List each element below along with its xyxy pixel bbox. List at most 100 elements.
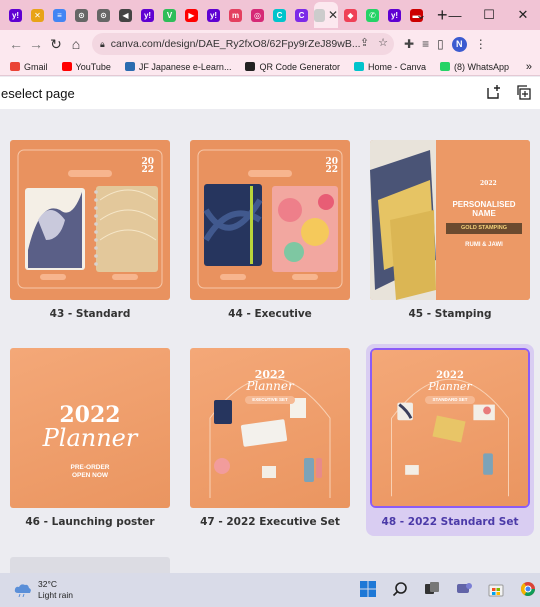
bookmark-item[interactable]: YouTube xyxy=(61,61,111,72)
cloud-rain-icon xyxy=(14,584,31,597)
page-thumbnail[interactable]: 2022 PERSONALISED NAME GOLD STAMPING RUM… xyxy=(370,140,530,300)
browser-tab[interactable]: m xyxy=(226,2,245,28)
add-page-icon[interactable] xyxy=(484,83,502,101)
page-label: 43 - Standard xyxy=(49,308,131,320)
bookmark-favicon-icon xyxy=(61,62,72,71)
browser-tab[interactable]: ⊙ xyxy=(72,2,91,28)
bookmark-favicon-icon xyxy=(10,62,20,71)
tab-list: y! ✕ ≡ ⊙ ⊙ ◀ y! V ▶ y! m ◎ C C ✕ ◆ ✆ y! ▬ + xyxy=(0,2,448,28)
instagram-icon: ◎ xyxy=(251,8,264,22)
pocket-icon: ◆ xyxy=(344,8,357,22)
year-text: 20 22 xyxy=(141,157,154,175)
page-card-45[interactable]: 2022 PERSONALISED NAME GOLD STAMPING RUM… xyxy=(370,140,530,320)
canva-icon: C xyxy=(295,8,308,22)
browser-tab[interactable]: ≡ xyxy=(50,2,69,28)
sidepanel-icon[interactable]: ▯ xyxy=(437,37,444,51)
year-text: 2022 xyxy=(480,180,497,187)
browser-tab[interactable]: y! xyxy=(6,2,25,28)
browser-tab[interactable]: ✆ xyxy=(363,2,382,28)
browser-tab[interactable]: ✕ xyxy=(28,2,47,28)
close-window-button[interactable]: ✕ xyxy=(506,0,540,30)
page-label: 45 - Stamping xyxy=(408,308,492,320)
search-icon[interactable] xyxy=(390,579,410,599)
page-card-47[interactable]: 2022 Planner EXECUTIVE SET 47 - 2022 Exe… xyxy=(190,348,350,528)
teams-chat-icon[interactable] xyxy=(454,579,474,599)
bookmark-label: Home - Canva xyxy=(368,61,427,72)
browser-tab[interactable]: C xyxy=(270,2,289,28)
x-tab-icon: ✕ xyxy=(31,8,44,22)
browser-tab[interactable]: C xyxy=(292,2,311,28)
bookmark-favicon-icon xyxy=(124,62,135,71)
page-card-49-partial[interactable] xyxy=(10,557,170,573)
bookmark-label: QR Code Generator xyxy=(259,61,340,72)
browser-tab[interactable]: ⊙ xyxy=(94,2,113,28)
page-thumbnail[interactable]: 2022 Planner EXECUTIVE SET xyxy=(190,348,350,508)
temperature-text: 32°C xyxy=(38,579,57,589)
page-grid: 20 22 43 - Standard 20 22 44 - Executive… xyxy=(0,109,540,573)
browser-tab[interactable]: ◆ xyxy=(341,2,360,28)
browser-tab[interactable]: ◎ xyxy=(248,2,267,28)
store-icon[interactable] xyxy=(486,579,506,599)
page-label: 46 - Launching poster xyxy=(25,516,155,528)
media-icon[interactable]: ≡ xyxy=(422,37,429,51)
bookmark-item[interactable]: (8) WhatsApp xyxy=(440,62,509,72)
browser-tab[interactable]: y! xyxy=(204,2,223,28)
preorder-text: PRE-ORDER OPEN NOW xyxy=(70,464,110,479)
bookmarks-bar: Gmail YouTube JF Japanese e-Learn... QR Cod… xyxy=(0,58,540,76)
page-card-46[interactable]: 2022 Planner PRE-ORDER OPEN NOW 46 - Lau… xyxy=(10,348,170,528)
bookmark-label: JF Japanese e-Learn... xyxy=(138,61,232,72)
browser-tab[interactable]: V xyxy=(160,2,179,28)
page-label: 47 - 2022 Executive Set xyxy=(200,516,340,528)
chevron-down-icon[interactable]: ⌄ xyxy=(404,0,438,30)
address-bar[interactable]: 🔒︎ canva.com/design/DAE_Ry2fxO8/62Fpy9rZ… xyxy=(92,33,394,55)
bookmark-item[interactable]: Gmail xyxy=(10,62,48,72)
window-controls: ⌄ — ☐ ✕ xyxy=(404,0,540,30)
browser-tab[interactable]: y! xyxy=(385,2,404,28)
bookmark-label: YouTube xyxy=(75,61,111,72)
stamping-panel xyxy=(436,140,530,300)
year-text: 20 22 xyxy=(325,157,338,175)
windows-start-icon[interactable] xyxy=(358,579,378,599)
page-card-44[interactable]: 20 22 44 - Executive xyxy=(190,140,350,320)
page-card-43[interactable]: 20 22 43 - Standard xyxy=(10,140,170,320)
browser-tab-active[interactable]: ✕ xyxy=(314,2,338,28)
page-thumbnail[interactable]: 20 22 xyxy=(190,140,350,300)
gold-stamping-text: GOLD STAMPING xyxy=(446,223,522,234)
page-thumbnail[interactable]: 2022 Planner STANDARD SET xyxy=(372,350,528,506)
close-tab-icon[interactable]: ✕ xyxy=(328,8,338,22)
browser-tab-strip: y! ✕ ≡ ⊙ ⊙ ◀ y! V ▶ y! m ◎ C C ✕ ◆ ✆ y! ▬ + ⌄ — ☐ ✕ xyxy=(0,0,540,30)
planner-script: Planner xyxy=(246,379,294,393)
reload-button[interactable]: ↻ xyxy=(46,33,66,55)
canva-icon: C xyxy=(273,8,286,22)
star-icon[interactable]: ☆ xyxy=(378,36,388,49)
task-view-icon[interactable] xyxy=(422,579,442,599)
bookmark-item[interactable]: QR Code Generator xyxy=(245,62,340,72)
share-icon[interactable]: ⇪ xyxy=(360,36,369,49)
browser-tab[interactable]: ▶ xyxy=(182,2,201,28)
page-card-48[interactable]: 2022 Planner STANDARD SET 48 - 2022 Stan… xyxy=(366,344,534,536)
youtube-icon: ▶ xyxy=(185,8,198,22)
page-thumbnail[interactable]: 20 22 xyxy=(10,140,170,300)
back-button[interactable]: ← xyxy=(6,33,26,55)
weather-widget[interactable]: 32°C Light rain xyxy=(14,579,73,601)
home-button[interactable]: ⌂ xyxy=(66,33,86,55)
profile-avatar[interactable]: N xyxy=(451,36,467,52)
page-thumbnail[interactable]: 2022 Planner PRE-ORDER OPEN NOW xyxy=(10,348,170,508)
tab-favicon-icon xyxy=(314,8,325,22)
chrome-icon[interactable] xyxy=(518,579,538,599)
rumi-jawi-text: RUMI & JAWI xyxy=(465,242,503,248)
ms-icon: m xyxy=(229,8,242,22)
menu-icon[interactable]: ⋮ xyxy=(475,37,487,51)
minimize-button[interactable]: — xyxy=(438,0,472,30)
bookmark-item[interactable]: Home - Canva xyxy=(354,62,426,72)
forward-button[interactable]: → xyxy=(26,33,46,55)
vee-icon: V xyxy=(163,8,176,22)
bookmark-item[interactable]: JF Japanese e-Learn... xyxy=(124,61,232,72)
maximize-button[interactable]: ☐ xyxy=(472,0,506,30)
browser-tab[interactable]: ◀ xyxy=(116,2,135,28)
extensions-icon[interactable]: ✚ xyxy=(404,37,414,51)
bookmark-favicon-icon xyxy=(440,62,451,71)
browser-tab[interactable]: y! xyxy=(138,2,157,28)
duplicate-page-icon[interactable] xyxy=(514,83,532,101)
bookmarks-overflow-icon[interactable]: » xyxy=(526,61,532,73)
